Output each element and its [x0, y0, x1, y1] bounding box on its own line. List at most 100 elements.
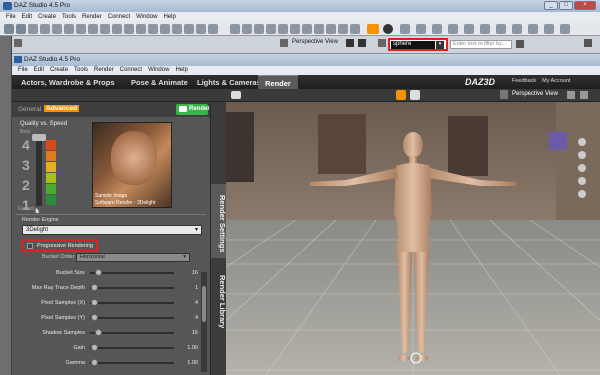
figure-icon[interactable]	[172, 24, 182, 34]
merge-icon[interactable]	[290, 24, 300, 34]
setting-slider[interactable]	[90, 329, 174, 336]
my-account-link[interactable]: My Account	[542, 78, 570, 84]
setting-value[interactable]: 4	[182, 300, 198, 306]
inner-menu-create[interactable]: Create	[47, 66, 71, 75]
inner-viewport-dropdown-icon[interactable]	[567, 91, 575, 99]
viewport-menu-icon[interactable]	[358, 39, 366, 47]
panel-scrollbar[interactable]	[201, 272, 207, 372]
setting-value[interactable]: 16	[182, 330, 198, 336]
engine-select[interactable]: 3Delight ▾	[22, 225, 202, 235]
inner-menu-help[interactable]: Help	[172, 66, 190, 75]
inner-viewport-menu-icon[interactable]	[580, 91, 588, 99]
script-icon[interactable]	[400, 24, 410, 34]
setting-slider[interactable]	[90, 299, 174, 306]
library-icon[interactable]	[350, 24, 360, 34]
inner-menu-render[interactable]: Render	[91, 66, 117, 75]
search-dropdown-icon[interactable]: ▾	[436, 41, 444, 49]
view-icon[interactable]	[560, 24, 570, 34]
filter-clear-icon[interactable]	[516, 40, 524, 48]
tab-advanced[interactable]: Advanced	[44, 105, 80, 112]
feedback-link[interactable]: Feedback	[512, 78, 536, 84]
morph-icon[interactable]	[76, 24, 86, 34]
inner-menu-connect[interactable]: Connect	[117, 66, 145, 75]
tab-pose[interactable]: Pose & Animate	[124, 75, 195, 89]
bucket-order-select[interactable]: Horizontal ▾	[76, 253, 190, 262]
camera-tool-icon[interactable]	[112, 24, 122, 34]
frame-icon[interactable]	[578, 177, 586, 185]
progressive-checkbox[interactable]	[27, 243, 33, 249]
export-icon[interactable]	[314, 24, 324, 34]
viewport-dropdown-icon[interactable]	[346, 39, 354, 47]
bake-icon[interactable]	[512, 24, 522, 34]
timeline-icon[interactable]	[416, 24, 426, 34]
translate-icon[interactable]	[52, 24, 62, 34]
prop-icon[interactable]	[184, 24, 194, 34]
setting-slider-knob[interactable]	[91, 299, 99, 306]
physics-icon[interactable]	[496, 24, 506, 34]
inner-menu-window[interactable]: Window	[145, 66, 172, 75]
tab-lights[interactable]: Lights & Cameras	[190, 75, 268, 89]
shape-icon[interactable]	[448, 24, 458, 34]
panel-scrollbar-thumb[interactable]	[202, 286, 206, 322]
setting-slider-knob[interactable]	[91, 359, 99, 366]
hair-icon[interactable]	[464, 24, 474, 34]
render-button[interactable]: Render	[176, 104, 210, 115]
setting-slider-knob[interactable]	[91, 314, 99, 321]
preferences-icon[interactable]	[326, 24, 336, 34]
surface-icon[interactable]	[124, 24, 134, 34]
light-icon[interactable]	[160, 24, 170, 34]
orbit-icon[interactable]	[578, 138, 586, 146]
setting-slider[interactable]	[90, 314, 174, 321]
quality-slider-handle[interactable]	[32, 134, 46, 141]
setting-slider-knob[interactable]	[91, 284, 99, 291]
tab-render[interactable]: Render	[258, 75, 298, 89]
quality-slider[interactable]	[32, 134, 46, 206]
tab-render-library[interactable]: Render Library	[211, 262, 227, 336]
tab-render-settings[interactable]: Render Settings	[211, 184, 227, 258]
open-icon[interactable]	[266, 24, 276, 34]
inner-viewport-label[interactable]: Perspective View	[512, 91, 558, 97]
search-grip-icon[interactable]	[378, 39, 386, 47]
setting-slider[interactable]	[90, 269, 174, 276]
setting-slider-knob[interactable]	[95, 329, 103, 336]
menu-render[interactable]: Render	[79, 12, 105, 22]
filter-input[interactable]: Enter text to filter by...	[450, 40, 512, 49]
inner-menu-file[interactable]: File	[15, 66, 31, 75]
redo-icon[interactable]	[242, 24, 252, 34]
setting-slider-knob[interactable]	[91, 344, 99, 351]
scale-icon[interactable]	[64, 24, 74, 34]
menu-window[interactable]: Window	[133, 12, 160, 22]
setting-value[interactable]: 1.00	[182, 360, 198, 366]
menu-tools[interactable]: Tools	[59, 12, 79, 22]
tab-actors[interactable]: Actors, Wardrobe & Props	[14, 75, 122, 89]
spot-render-icon[interactable]	[148, 24, 158, 34]
view-cube-icon[interactable]	[549, 132, 567, 150]
rotate-icon[interactable]	[40, 24, 50, 34]
render-camera-icon[interactable]	[383, 24, 393, 34]
setting-slider[interactable]	[90, 344, 174, 351]
universal-icon[interactable]	[28, 24, 38, 34]
weightmap-icon[interactable]	[432, 24, 442, 34]
uv-icon[interactable]	[480, 24, 490, 34]
menu-file[interactable]: File	[3, 12, 19, 22]
maximize-icon[interactable]: □	[559, 1, 573, 10]
close-icon[interactable]: ×	[574, 1, 596, 10]
content-icon[interactable]	[338, 24, 348, 34]
undo-icon[interactable]	[230, 24, 240, 34]
dolly-icon[interactable]	[578, 190, 586, 198]
align-icon[interactable]	[208, 24, 218, 34]
pane-grip-icon[interactable]	[14, 39, 22, 47]
setting-slider[interactable]	[90, 359, 174, 366]
inner-menu-edit[interactable]: Edit	[31, 66, 47, 75]
save-icon[interactable]	[278, 24, 288, 34]
active-pose-icon[interactable]	[100, 24, 110, 34]
layout-icon[interactable]	[544, 24, 554, 34]
outer-viewport-label[interactable]: Perspective View	[292, 39, 338, 45]
minimize-icon[interactable]: _	[544, 1, 558, 10]
inner-menu-tools[interactable]: Tools	[71, 66, 91, 75]
menu-help[interactable]: Help	[160, 12, 178, 22]
menu-connect[interactable]: Connect	[105, 12, 133, 22]
setting-slider-knob[interactable]	[95, 269, 103, 276]
search-input[interactable]: sphere	[391, 41, 435, 49]
pane-menu-icon[interactable]	[280, 39, 288, 47]
